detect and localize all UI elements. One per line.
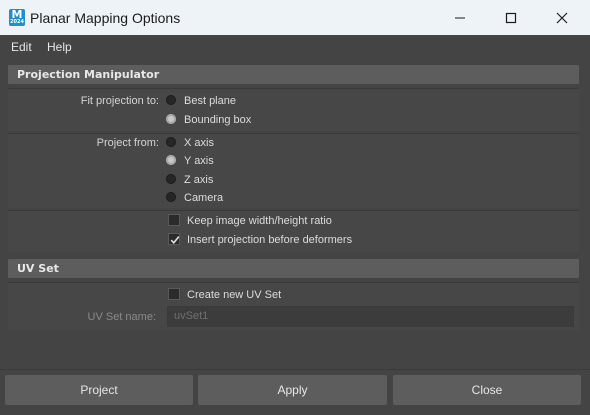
keep-ratio-label[interactable]: Keep image width/height ratio [187,215,332,227]
menu-edit[interactable]: Edit [11,40,32,54]
radio-z-axis[interactable] [166,174,176,184]
maximize-button[interactable] [488,0,534,35]
window-title: Planar Mapping Options [30,10,181,26]
menu-help[interactable]: Help [47,40,72,54]
maximize-icon [505,12,517,23]
uv-set-name-label: UV Set name: [87,311,156,323]
project-from-label: Project from: [96,137,159,149]
create-new-uv-set-label[interactable]: Create new UV Set [187,289,281,301]
title-bar: M 2024 Planar Mapping Options [0,0,590,35]
minimize-icon [455,17,465,18]
x-axis-label[interactable]: X axis [184,137,214,149]
y-axis-label[interactable]: Y axis [184,155,214,167]
fit-projection-label: Fit projection to: [80,95,159,107]
create-new-uv-set-checkbox[interactable] [168,288,180,300]
z-axis-label[interactable]: Z axis [184,174,213,186]
radio-camera[interactable] [166,192,176,202]
uv-set-name-field[interactable]: uvSet1 [167,306,574,327]
apply-button[interactable]: Apply [198,375,387,405]
keep-ratio-checkbox[interactable] [168,214,180,226]
insert-before-deformers-checkbox[interactable] [168,233,180,245]
insert-before-deformers-label[interactable]: Insert projection before deformers [187,234,352,246]
section-header-projection-manipulator[interactable]: Projection Manipulator [8,65,579,84]
close-button[interactable]: Close [393,375,581,405]
menu-bar: Edit Help [0,35,590,57]
radio-x-axis[interactable] [166,137,176,147]
section-header-uv-set[interactable]: UV Set [8,259,579,278]
close-window-button[interactable] [539,0,585,35]
project-button[interactable]: Project [5,375,193,405]
camera-label[interactable]: Camera [184,192,223,204]
radio-bounding-box[interactable] [166,114,176,124]
app-icon-version: 2024 [10,19,24,25]
close-icon [556,12,568,23]
radio-y-axis[interactable] [166,155,176,165]
bounding-box-label[interactable]: Bounding box [184,114,251,126]
radio-best-plane[interactable] [166,95,176,105]
minimize-button[interactable] [437,0,483,35]
maya-app-icon: M 2024 [9,9,25,26]
best-plane-label[interactable]: Best plane [184,95,236,107]
checkmark-icon [170,236,180,244]
